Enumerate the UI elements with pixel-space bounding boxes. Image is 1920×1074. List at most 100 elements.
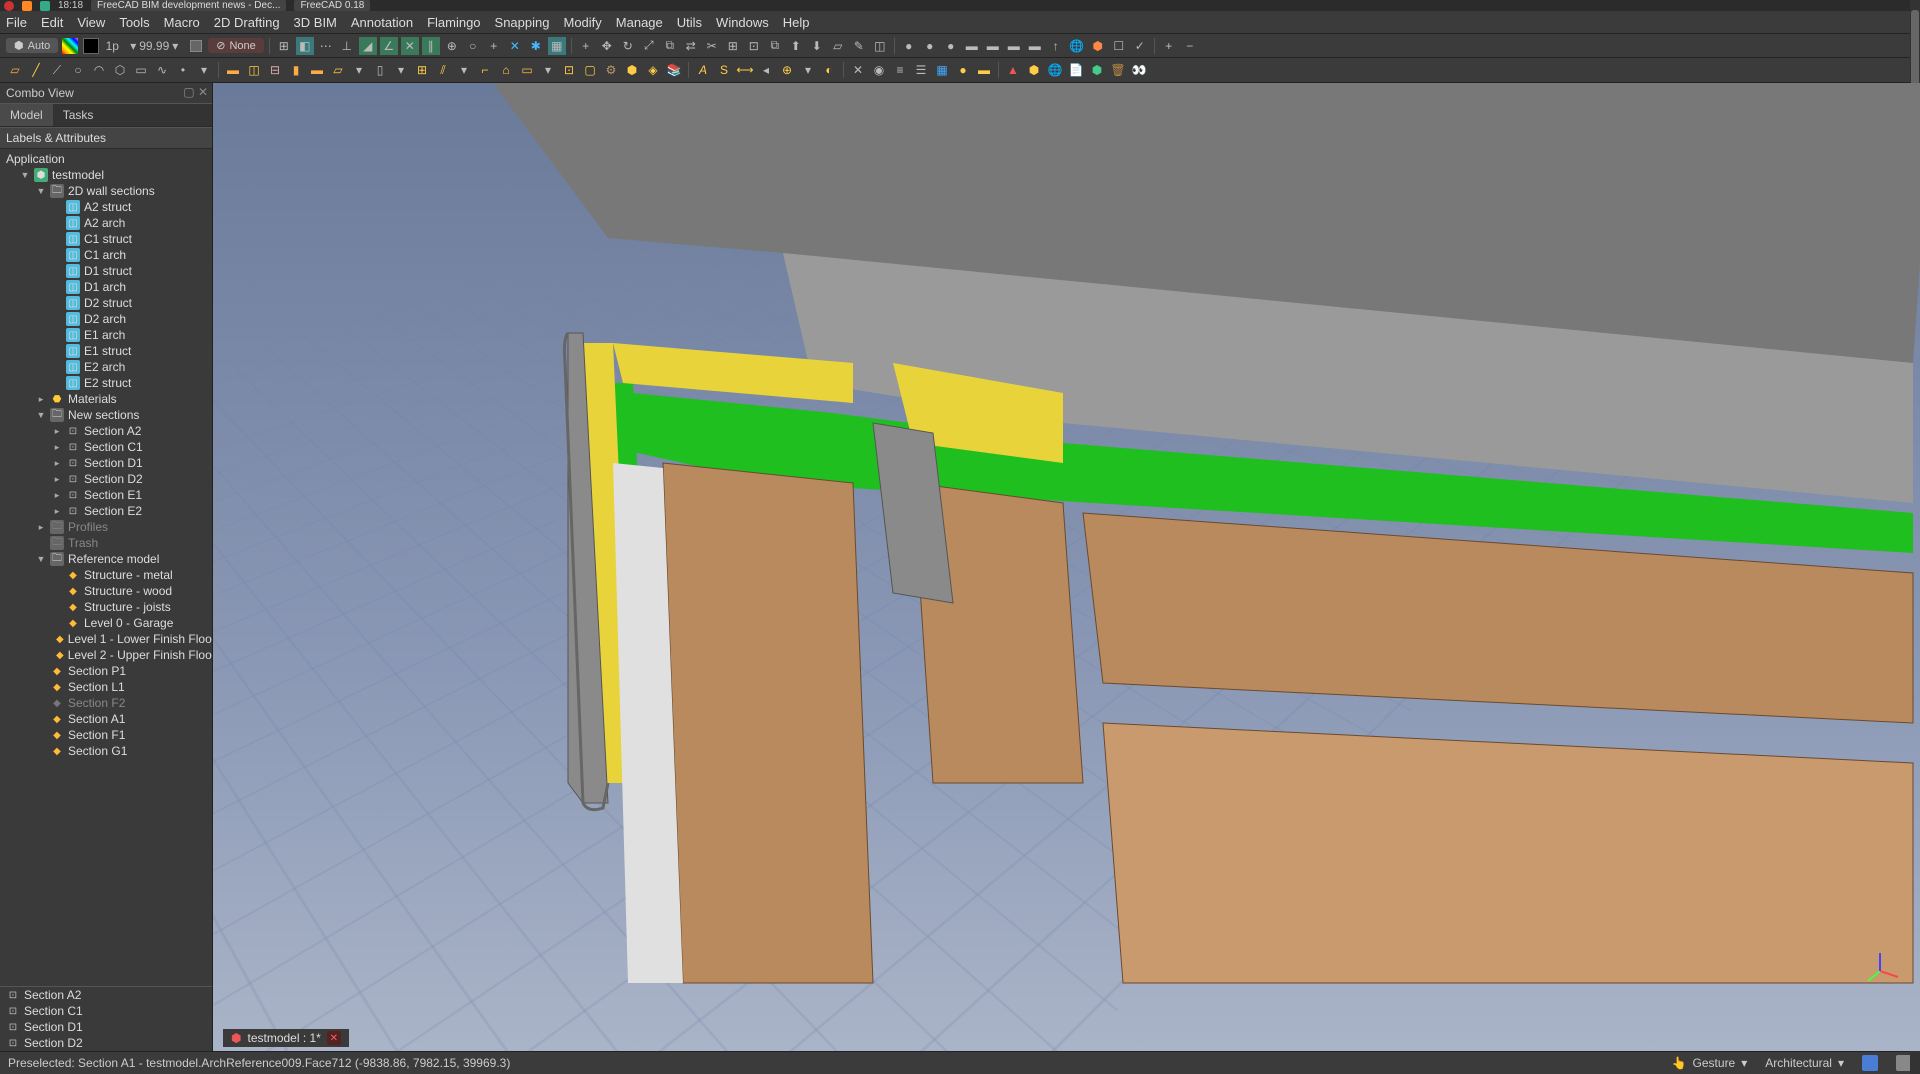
tree-item[interactable]: ▸⊡Section A2 [0, 423, 212, 439]
checkbox[interactable] [187, 37, 205, 55]
plus-icon[interactable]: + [1160, 37, 1178, 55]
binoculars-icon[interactable]: 👀 [1130, 61, 1148, 79]
downgrade-icon[interactable]: ⬇ [808, 37, 826, 55]
slab-icon[interactable]: ▱ [329, 61, 347, 79]
menu-3d-bim[interactable]: 3D BIM [294, 15, 337, 30]
page-icon[interactable]: 📄 [1067, 61, 1085, 79]
snap-lock-icon[interactable]: ◧ [296, 37, 314, 55]
tree-item[interactable]: ▸⊡Section D1 [0, 455, 212, 471]
shape-string-icon[interactable]: S [715, 61, 733, 79]
tree-item[interactable]: ▼🗀New sections [0, 407, 212, 423]
menu-file[interactable]: File [6, 15, 27, 30]
wall-icon[interactable]: ▬ [224, 61, 242, 79]
tree-root[interactable]: Application [0, 151, 212, 167]
menu-flamingo[interactable]: Flamingo [427, 15, 480, 30]
tree-item[interactable]: ◫C1 struct [0, 231, 212, 247]
cylinder-icon[interactable]: ⬢ [1088, 61, 1106, 79]
window-tab[interactable]: FreeCAD BIM development news - Dec... [91, 0, 286, 11]
polygon-icon[interactable]: ⬡ [111, 61, 129, 79]
schedule-icon[interactable]: ≡ [891, 61, 909, 79]
tool-icon[interactable]: ✕ [849, 61, 867, 79]
axis-icon[interactable]: ⊕ [778, 61, 796, 79]
menu-view[interactable]: View [77, 15, 105, 30]
column-icon[interactable]: ▮ [287, 61, 305, 79]
pipe-icon[interactable]: ⫽ [434, 61, 452, 79]
wire-icon[interactable]: ⟋ [48, 61, 66, 79]
tree-item[interactable]: ◫D2 arch [0, 311, 212, 327]
upgrade-icon[interactable]: ⬆ [787, 37, 805, 55]
menu-help[interactable]: Help [783, 15, 810, 30]
tree-item[interactable]: ▸⊡Section D2 [0, 471, 212, 487]
tree-item[interactable]: ◆Section G1 [0, 743, 212, 759]
door-icon[interactable]: ▯ [371, 61, 389, 79]
tree-item[interactable]: ▼🗀2D wall sections [0, 183, 212, 199]
snap-grid-icon[interactable]: ⊞ [275, 37, 293, 55]
tree-item[interactable]: ▸⊡Section C1 [0, 439, 212, 455]
tree-item[interactable]: ▸🗀Profiles [0, 519, 212, 535]
circle-icon[interactable]: ○ [69, 61, 87, 79]
status-icon[interactable] [1862, 1055, 1878, 1071]
color-picker-icon[interactable] [61, 37, 79, 55]
snap-parallel-icon[interactable]: ∥ [422, 37, 440, 55]
level-icon[interactable]: ▲ [1004, 61, 1022, 79]
box-icon[interactable]: ▬ [1005, 37, 1023, 55]
menu-tools[interactable]: Tools [119, 15, 149, 30]
3d-viewport[interactable]: ⬢ testmodel : 1* ✕ [213, 83, 1920, 1051]
list-item[interactable]: ⊡Section D1 [0, 1019, 212, 1035]
rebar-icon[interactable]: ⊟ [266, 61, 284, 79]
tree-item[interactable]: ◆Structure - wood [0, 583, 212, 599]
globe-icon[interactable]: 🌐 [1068, 37, 1086, 55]
tree-item[interactable]: ◫D1 struct [0, 263, 212, 279]
list-item[interactable]: ⊡Section C1 [0, 1003, 212, 1019]
tree-item[interactable]: ◆Section A1 [0, 711, 212, 727]
site-icon[interactable]: ● [954, 61, 972, 79]
dimension-icon[interactable]: ⟷ [736, 61, 754, 79]
up-icon[interactable]: ↑ [1047, 37, 1065, 55]
sphere-icon[interactable]: ● [921, 37, 939, 55]
structure-icon[interactable]: ◫ [245, 61, 263, 79]
trim-icon[interactable]: ✂ [703, 37, 721, 55]
ifc-icon[interactable]: ⬢ [1089, 37, 1107, 55]
beam-icon[interactable]: ▬ [308, 61, 326, 79]
font-size[interactable]: 99.99 [145, 37, 163, 55]
nav-style-selector[interactable]: 👆 Gesture ▾ [1672, 1056, 1748, 1070]
tree-item[interactable]: ◫D2 struct [0, 295, 212, 311]
menu-windows[interactable]: Windows [716, 15, 769, 30]
tree-item[interactable]: ▼⬢testmodel [0, 167, 212, 183]
stairs-icon[interactable]: ⌐ [476, 61, 494, 79]
view-icon[interactable]: + [577, 37, 595, 55]
tree-item[interactable]: ▸⊡Section E1 [0, 487, 212, 503]
draft2sketch-icon[interactable]: ✎ [850, 37, 868, 55]
tree-item[interactable]: ◫C1 arch [0, 247, 212, 263]
list-item[interactable]: ⊡Section A2 [0, 987, 212, 1003]
snap-extension-icon[interactable]: ⊕ [443, 37, 461, 55]
model-tree[interactable]: Application ▼⬢testmodel▼🗀2D wall section… [0, 149, 212, 986]
path-array-icon[interactable]: ⊡ [745, 37, 763, 55]
section-plane-icon[interactable]: ◐ [820, 61, 838, 79]
tree-item[interactable]: ◆Section F1 [0, 727, 212, 743]
tree-item[interactable]: ◫E1 arch [0, 327, 212, 343]
menu-modify[interactable]: Modify [563, 15, 601, 30]
project-icon[interactable]: ▦ [933, 61, 951, 79]
tree-item[interactable]: ◫E1 struct [0, 343, 212, 359]
snap-endpoint-icon[interactable]: ◢ [359, 37, 377, 55]
tree-item[interactable]: ◫E2 arch [0, 359, 212, 375]
tree-item[interactable]: ▸⬣Materials [0, 391, 212, 407]
working-plane[interactable]: ⊘ None [208, 38, 264, 53]
dropdown-icon[interactable]: ▾ [166, 37, 184, 55]
arc-icon[interactable]: ◠ [90, 61, 108, 79]
equipment-icon[interactable]: ⚙ [602, 61, 620, 79]
shape2d-icon[interactable]: ▱ [829, 37, 847, 55]
tree-item[interactable]: ◆Level 1 - Lower Finish Floor [0, 631, 212, 647]
snap-angle-icon[interactable]: ∠ [380, 37, 398, 55]
tree-item[interactable]: ▸⊡Section E2 [0, 503, 212, 519]
tree-item[interactable]: 🗀Trash [0, 535, 212, 551]
rotate-icon[interactable]: ↻ [619, 37, 637, 55]
line-width[interactable]: 1p [103, 37, 121, 55]
tree-item[interactable]: ◆Section L1 [0, 679, 212, 695]
component-icon[interactable]: ⬢ [623, 61, 641, 79]
tree-item[interactable]: ◆Section F2 [0, 695, 212, 711]
minus-icon[interactable]: − [1181, 37, 1199, 55]
snap-intersection-icon[interactable]: ✕ [401, 37, 419, 55]
panel-icon[interactable]: ▭ [518, 61, 536, 79]
